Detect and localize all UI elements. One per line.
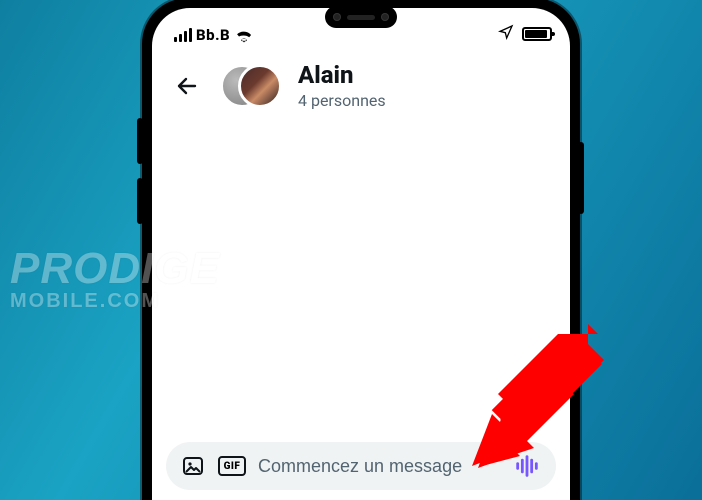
chat-body[interactable] [152, 118, 570, 432]
avatar [238, 64, 282, 108]
carrier-label: Bb.B [196, 26, 230, 44]
phone-notch [325, 6, 397, 28]
signal-icon [174, 28, 192, 42]
group-avatars[interactable] [220, 62, 282, 110]
image-icon[interactable] [180, 453, 206, 479]
voice-message-button[interactable] [510, 449, 544, 483]
gif-icon[interactable]: GIF [218, 456, 246, 476]
battery-icon [522, 27, 552, 41]
wifi-icon [234, 27, 254, 43]
message-composer[interactable]: GIF [166, 442, 556, 490]
location-icon [498, 24, 514, 44]
chat-subtitle: 4 personnes [298, 91, 386, 110]
composer-wrap: GIF [152, 432, 570, 500]
chat-title: Alain [298, 62, 386, 88]
chat-title-block[interactable]: Alain 4 personnes [298, 62, 386, 109]
chat-header: Alain 4 personnes [152, 48, 570, 118]
back-button[interactable] [170, 69, 204, 103]
message-input[interactable] [258, 456, 498, 477]
phone-screen: Bb.B [152, 8, 570, 500]
stage: Bb.B [0, 0, 702, 500]
phone-frame: Bb.B [142, 0, 580, 500]
